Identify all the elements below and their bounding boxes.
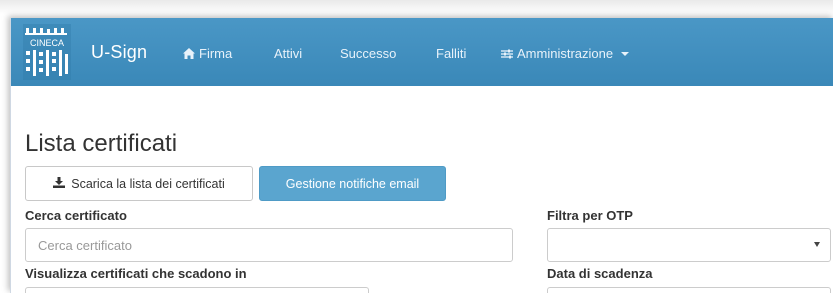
search-input[interactable]: Cerca certificato [25,228,513,262]
otp-select[interactable] [547,228,831,262]
home-icon [183,48,195,59]
download-button-label: Scarica la lista dei certificati [71,176,225,191]
download-icon [53,176,66,191]
top-navbar: CINECA U-Sign Firma Attivi Successo Fall… [11,18,833,86]
expiring-in-select[interactable] [25,287,369,293]
sliders-icon [501,49,513,59]
nav-item-label: Amministrazione [517,46,614,61]
nav-item-successo[interactable]: Successo [340,46,396,61]
nav-item-firma[interactable]: Firma [183,46,232,61]
nav-item-label: Falliti [436,46,467,61]
expiry-date-label: Data di scadenza [547,266,653,281]
app-page: CINECA U-Sign Firma Attivi Successo Fall… [10,18,833,293]
logo-text: CINECA [30,38,64,48]
nav-item-label: Attivi [274,46,303,61]
brand-name[interactable]: U-Sign [91,42,147,63]
nav-item-label: Successo [340,46,397,61]
nav-item-label: Firma [199,46,233,61]
page-title: Lista certificati [25,130,178,157]
expiry-date-input[interactable] [547,287,831,293]
otp-filter-label: Filtra per OTP [547,208,633,223]
chevron-down-icon [814,242,820,247]
nav-item-falliti[interactable]: Falliti [436,46,466,61]
nav-item-amministrazione[interactable]: Amministrazione [501,46,630,61]
cineca-logo[interactable]: CINECA [23,24,71,80]
search-label: Cerca certificato [25,208,127,223]
download-list-button[interactable]: Scarica la lista dei certificati [25,166,253,201]
email-notifications-button[interactable]: Gestione notifiche email [259,166,446,201]
nav-item-attivi[interactable]: Attivi [274,46,302,61]
expiring-in-label: Visualizza certificati che scadono in [25,266,247,281]
chevron-down-icon [621,51,630,56]
